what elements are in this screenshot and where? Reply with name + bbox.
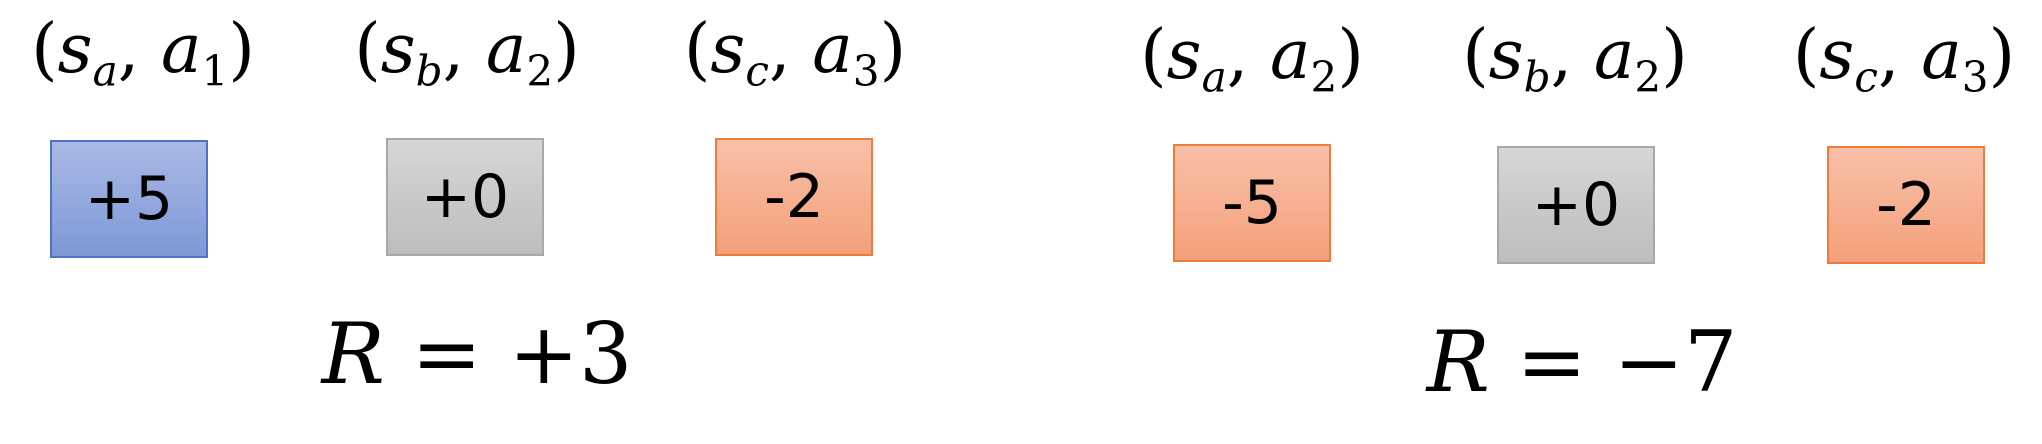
reward-box: -5 — [1173, 144, 1331, 262]
total-return: R = +3 — [321, 305, 633, 403]
state-action-label: (sc, a3) — [683, 10, 907, 96]
reward-box: +5 — [50, 140, 208, 258]
total-return: R = −7 — [1426, 313, 1738, 411]
reward-box: -2 — [715, 138, 873, 256]
state-action-label: (sa, a1) — [31, 10, 255, 96]
state-action-label: (sc, a3) — [1792, 16, 2016, 102]
state-action-label: (sa, a2) — [1140, 16, 1364, 102]
reward-box: -2 — [1827, 146, 1985, 264]
reward-box: +0 — [1497, 146, 1655, 264]
state-action-label: (sb, a2) — [354, 10, 580, 96]
state-action-label: (sb, a2) — [1462, 16, 1688, 102]
reward-box: +0 — [386, 138, 544, 256]
